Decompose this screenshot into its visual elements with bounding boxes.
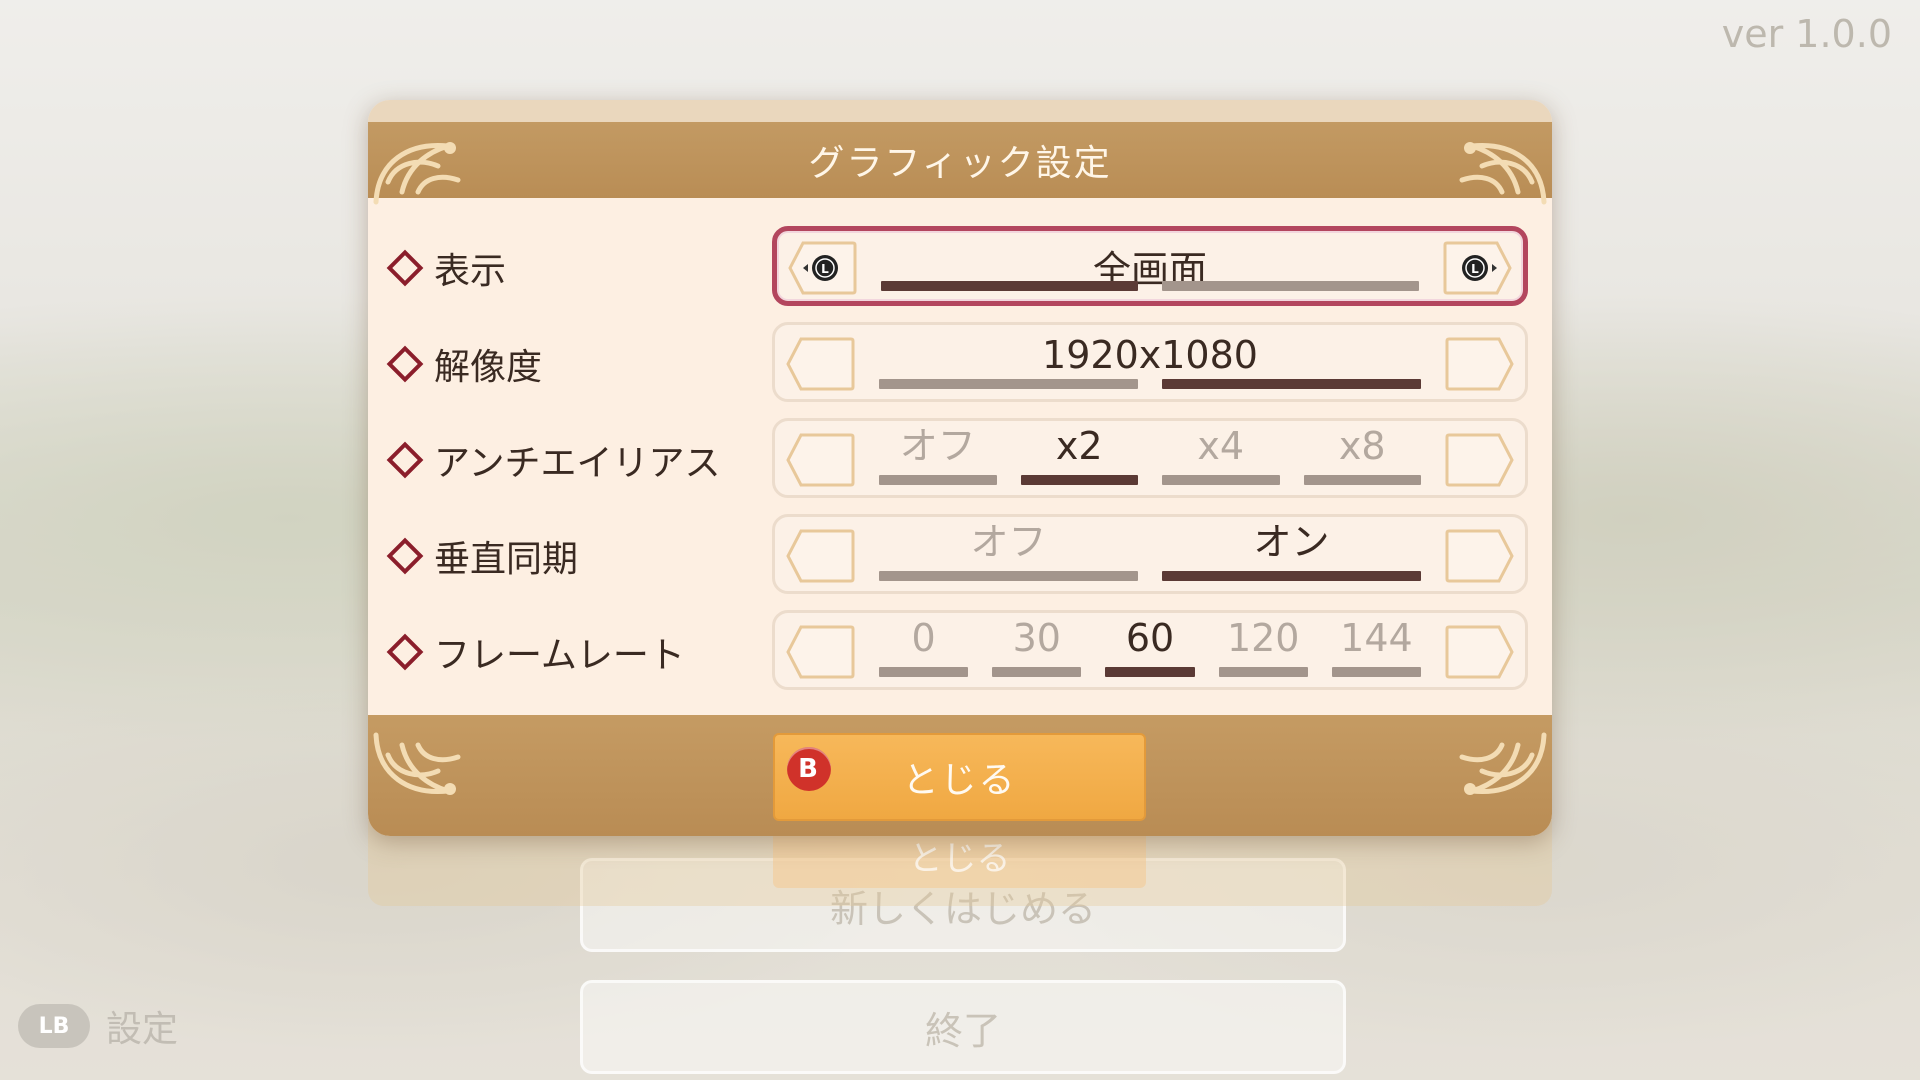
option-item[interactable]: 30 [992, 613, 1082, 687]
graphics-settings-dialog: グラフィック設定 表示 L L 全画面 解像度 1920x1080 アンチエイリアス オフ x2… [368, 100, 1552, 836]
option-list: 0 30 60 120 144 [879, 613, 1422, 687]
lb-button-icon: LB [18, 1004, 90, 1048]
option-item[interactable]: 60 [1105, 613, 1195, 687]
svg-text:L: L [1471, 262, 1479, 276]
option-bar [1105, 667, 1195, 677]
dialog-footer: B とじる [368, 715, 1552, 836]
option-label: x4 [1197, 424, 1245, 468]
prev-arrow-button[interactable] [785, 529, 855, 583]
page-indicator [881, 281, 1419, 291]
option-item[interactable]: 0 [879, 613, 969, 687]
setting-row-1: 解像度 1920x1080 [368, 322, 1552, 406]
prev-arrow-button[interactable] [785, 625, 855, 679]
close-button-label: とじる [902, 760, 1017, 801]
option-item[interactable]: 120 [1218, 613, 1308, 687]
option-label: 120 [1226, 616, 1300, 660]
dialog-header: グラフィック設定 [368, 122, 1552, 205]
setting-label-text: アンチエイリアス [434, 443, 721, 484]
setting-label: 表示 [386, 226, 506, 310]
lb-settings-hint[interactable]: LB 設定 [18, 1000, 178, 1052]
close-button[interactable]: B とじる [773, 733, 1146, 821]
option-bar [1162, 475, 1280, 485]
setting-row-4: フレームレート 0 30 60 120 144 [368, 610, 1552, 694]
setting-selector[interactable]: オフ x2 x4 x8 [772, 418, 1528, 498]
option-label: 0 [911, 616, 936, 660]
next-arrow-button[interactable] [1445, 625, 1515, 679]
diamond-bullet-icon [386, 633, 424, 671]
option-label: x8 [1338, 424, 1386, 468]
page-indicator-bar [881, 281, 1138, 291]
b-button-icon: B [787, 747, 831, 791]
setting-selector[interactable]: 0 30 60 120 144 [772, 610, 1528, 690]
prev-arrow-button[interactable] [785, 337, 855, 391]
option-bar [992, 667, 1082, 677]
option-label: 60 [1125, 616, 1175, 660]
option-item[interactable]: オフ [879, 421, 997, 495]
setting-label: 解像度 [386, 322, 542, 406]
option-bar [1218, 667, 1308, 677]
diamond-bullet-icon [386, 249, 424, 287]
setting-selector[interactable]: 1920x1080 [772, 322, 1528, 402]
l-stick-right-icon[interactable]: L [1443, 241, 1513, 295]
version-label: ver 1.0.0 [1721, 12, 1892, 56]
option-label: 144 [1340, 616, 1413, 660]
option-bar [879, 475, 997, 485]
ornament-bottom-left-icon [373, 732, 461, 795]
ornament-bottom-right-icon [1459, 732, 1547, 795]
setting-row-0: 表示 L L 全画面 [368, 226, 1552, 310]
option-bar [879, 667, 969, 677]
option-bar [1331, 667, 1422, 677]
next-arrow-button[interactable] [1445, 433, 1515, 487]
option-item[interactable]: x4 [1162, 421, 1280, 495]
setting-label-text: 表示 [434, 251, 507, 292]
option-label: x2 [1055, 424, 1103, 468]
ornament-top-right-icon [1459, 142, 1547, 205]
option-list: オフ オン [879, 517, 1421, 591]
background-menu-quit: 終了 [580, 980, 1346, 1074]
ornament-top-left-icon [373, 142, 461, 205]
option-label: オン [1253, 520, 1330, 564]
setting-selector[interactable]: オフ オン [772, 514, 1528, 594]
setting-selector[interactable]: L L 全画面 [772, 226, 1528, 306]
option-item[interactable]: 144 [1331, 613, 1422, 687]
setting-label: フレームレート [386, 610, 685, 694]
dialog-title: グラフィック設定 [808, 143, 1112, 184]
option-item[interactable]: x2 [1020, 421, 1138, 495]
diamond-bullet-icon [386, 537, 424, 575]
next-arrow-button[interactable] [1445, 529, 1515, 583]
setting-label-text: 解像度 [434, 347, 543, 388]
option-bar [879, 571, 1138, 581]
option-item[interactable]: x8 [1303, 421, 1421, 495]
option-bar [1303, 475, 1421, 485]
option-item[interactable]: オフ [879, 517, 1138, 591]
diamond-bullet-icon [386, 441, 424, 479]
setting-label: 垂直同期 [386, 514, 578, 598]
next-arrow-button[interactable] [1445, 337, 1515, 391]
setting-row-3: 垂直同期 オフ オン [368, 514, 1552, 598]
page-indicator-bar [1162, 281, 1419, 291]
option-label: オフ [970, 520, 1047, 564]
option-label: オフ [899, 424, 976, 468]
lb-settings-label: 設定 [106, 1009, 179, 1050]
svg-text:L: L [821, 262, 829, 276]
setting-label-text: フレームレート [434, 635, 685, 676]
page-indicator-bar [1162, 379, 1421, 389]
setting-value: 1920x1080 [1042, 333, 1258, 377]
diamond-bullet-icon [386, 345, 424, 383]
option-item[interactable]: オン [1162, 517, 1421, 591]
prev-arrow-button[interactable] [785, 433, 855, 487]
option-bar [1162, 571, 1421, 581]
page-indicator-bar [879, 379, 1138, 389]
l-stick-left-icon[interactable]: L [787, 241, 857, 295]
setting-row-2: アンチエイリアス オフ x2 x4 x8 [368, 418, 1552, 502]
page-indicator [879, 379, 1421, 389]
option-label: 30 [1012, 616, 1061, 660]
option-bar [1020, 475, 1138, 485]
option-list: オフ x2 x4 x8 [879, 421, 1421, 495]
setting-label-text: 垂直同期 [434, 539, 579, 580]
setting-label: アンチエイリアス [386, 418, 721, 502]
